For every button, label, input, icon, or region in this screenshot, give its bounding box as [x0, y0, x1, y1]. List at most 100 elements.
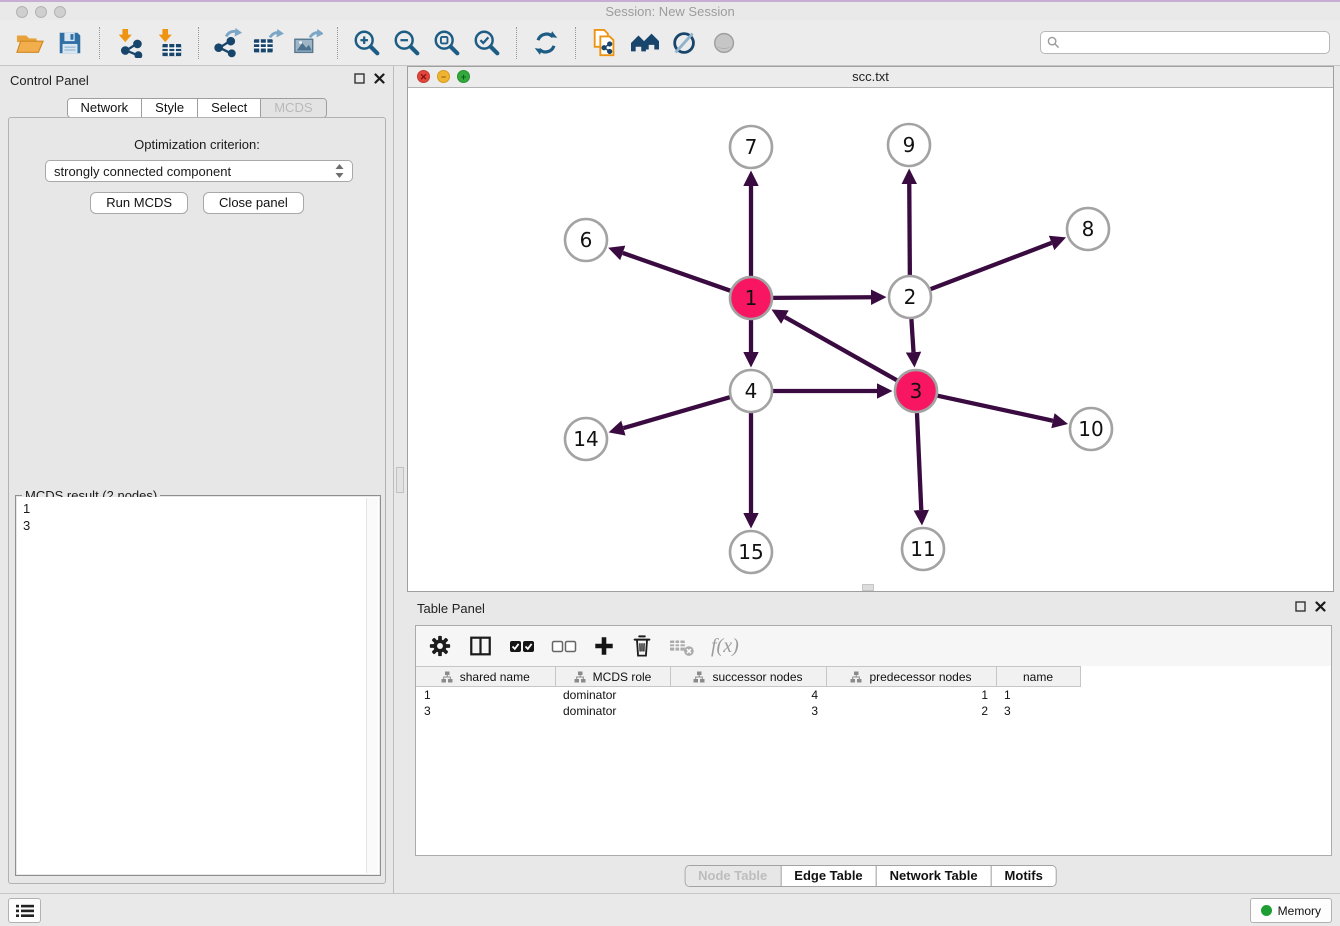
export-image-button[interactable]: [288, 24, 328, 62]
delete-column-button[interactable]: [631, 634, 653, 658]
list-icon: [16, 904, 34, 918]
table-row[interactable]: 1 dominator 4 1 1: [416, 687, 1080, 703]
select-all-columns-button[interactable]: [509, 639, 535, 654]
cell-predecessor-nodes[interactable]: 1: [826, 687, 996, 703]
graph-node-label-8: 8: [1082, 217, 1095, 241]
add-column-button[interactable]: [593, 635, 615, 657]
import-table-button[interactable]: [149, 24, 189, 62]
cell-successor-nodes[interactable]: 3: [670, 703, 826, 719]
graph-node-label-2: 2: [904, 285, 917, 309]
run-mcds-button[interactable]: Run MCDS: [90, 192, 188, 214]
graph-node-label-7: 7: [745, 135, 758, 159]
column-header-mcds-role[interactable]: MCDS role: [555, 667, 670, 687]
status-bar: Memory: [0, 893, 1340, 926]
cell-successor-nodes[interactable]: 4: [670, 687, 826, 703]
column-header-predecessor-nodes[interactable]: predecessor nodes: [826, 667, 996, 687]
zoom-selected-button[interactable]: [467, 24, 507, 62]
hierarchy-icon: [574, 671, 586, 683]
toolbar-separator: [575, 27, 576, 59]
zoom-out-button[interactable]: [387, 24, 427, 62]
column-header-shared-name[interactable]: shared name: [416, 667, 555, 687]
task-history-button[interactable]: [8, 898, 41, 923]
graph-edge-1-6[interactable]: [623, 253, 730, 291]
open-folder-icon: [15, 29, 45, 57]
column-header-successor-nodes[interactable]: successor nodes: [670, 667, 826, 687]
network-graph[interactable]: 7968124314101511: [408, 88, 1333, 591]
graph-edge-3-11[interactable]: [917, 413, 921, 510]
close-panel-icon[interactable]: [1315, 601, 1326, 612]
graph-node-label-14: 14: [573, 427, 598, 451]
graph-node-label-9: 9: [903, 133, 916, 157]
graph-edge-4-14[interactable]: [623, 397, 729, 428]
close-panel-icon[interactable]: [374, 73, 385, 84]
cell-predecessor-nodes[interactable]: 2: [826, 703, 996, 719]
hide-graphics-details-button[interactable]: [665, 24, 705, 62]
toolbar-separator: [516, 27, 517, 59]
cell-mcds-role[interactable]: dominator: [555, 687, 670, 703]
deselect-all-columns-button[interactable]: [551, 639, 577, 654]
optimization-criterion-dropdown[interactable]: strongly connected component: [45, 160, 353, 182]
cell-shared-name[interactable]: 3: [416, 703, 555, 719]
node-table: shared name MCDS role successor nodes pr…: [416, 666, 1081, 719]
tab-network[interactable]: Network: [67, 99, 141, 117]
cell-name[interactable]: 3: [996, 703, 1080, 719]
graph-node-label-1: 1: [745, 286, 758, 310]
zoom-in-button[interactable]: [347, 24, 387, 62]
graph-edge-3-10[interactable]: [937, 396, 1052, 421]
zoom-fit-button[interactable]: [427, 24, 467, 62]
splitter-grip-vertical[interactable]: [396, 467, 404, 493]
result-line: 3: [23, 517, 373, 534]
home-view-button[interactable]: [625, 24, 665, 62]
houses-icon: [629, 29, 661, 57]
tab-edge-table[interactable]: Edge Table: [780, 866, 875, 886]
tab-node-table[interactable]: Node Table: [685, 866, 780, 886]
memory-button[interactable]: Memory: [1250, 898, 1332, 923]
import-network-button[interactable]: [109, 24, 149, 62]
splitter-grip-horizontal[interactable]: [862, 584, 874, 591]
save-session-button[interactable]: [50, 24, 90, 62]
search-input[interactable]: [1064, 35, 1323, 51]
export-table-icon: [252, 28, 284, 58]
graph-edge-3-1[interactable]: [785, 317, 897, 380]
tab-mcds[interactable]: MCDS: [260, 99, 325, 117]
export-network-button[interactable]: [208, 24, 248, 62]
unchecked-boxes-icon: [551, 639, 577, 654]
graph-edge-2-8[interactable]: [931, 243, 1052, 289]
cell-shared-name[interactable]: 1: [416, 687, 555, 703]
titlebar: Session: New Session: [0, 2, 1340, 20]
gear-icon: [428, 634, 452, 658]
table-panel-tabs: Node Table Edge Table Network Table Moti…: [684, 865, 1057, 887]
table-toolbar: f(x): [416, 626, 1331, 666]
tab-select[interactable]: Select: [197, 99, 260, 117]
cell-name[interactable]: 1: [996, 687, 1080, 703]
show-graphics-details-button[interactable]: [705, 24, 745, 62]
float-panel-icon[interactable]: [1295, 601, 1306, 612]
clone-network-icon: [590, 27, 620, 59]
export-table-button[interactable]: [248, 24, 288, 62]
cell-mcds-role[interactable]: dominator: [555, 703, 670, 719]
network-canvas[interactable]: 7968124314101511: [408, 88, 1333, 591]
optimization-criterion-label: Optimization criterion:: [9, 137, 385, 152]
refresh-icon: [531, 28, 561, 58]
result-scrollbar[interactable]: [366, 498, 378, 873]
open-session-button[interactable]: [10, 24, 50, 62]
float-panel-icon[interactable]: [354, 73, 365, 84]
split-table-view-button[interactable]: [468, 634, 493, 658]
hierarchy-icon: [441, 671, 453, 683]
table-settings-button[interactable]: [428, 634, 452, 658]
clone-network-button[interactable]: [585, 24, 625, 62]
tab-style[interactable]: Style: [141, 99, 197, 117]
table-row[interactable]: 3 dominator 3 2 3: [416, 703, 1080, 719]
main-toolbar: [0, 20, 1340, 66]
mcds-result-text[interactable]: 1 3: [17, 497, 379, 874]
tab-network-table[interactable]: Network Table: [876, 866, 991, 886]
close-panel-button[interactable]: Close panel: [203, 192, 304, 214]
graph-edge-1-2[interactable]: [773, 297, 871, 298]
network-window-titlebar[interactable]: ✕ − + scc.txt: [408, 67, 1333, 88]
graph-edge-2-3[interactable]: [911, 319, 913, 352]
refresh-button[interactable]: [526, 24, 566, 62]
graph-edge-2-9[interactable]: [909, 184, 910, 275]
column-header-name[interactable]: name: [996, 667, 1080, 687]
graph-node-label-3: 3: [910, 379, 923, 403]
tab-motifs[interactable]: Motifs: [991, 866, 1056, 886]
